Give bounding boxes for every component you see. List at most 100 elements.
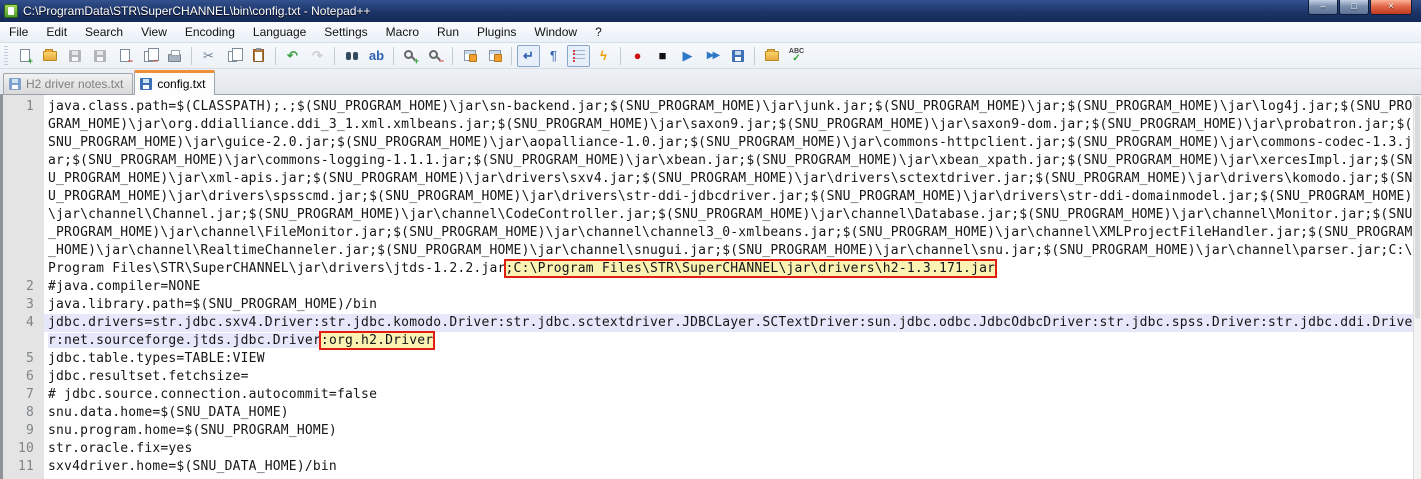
- toolbar-separator: [620, 47, 621, 65]
- toolbar-show-all-characters-button[interactable]: ¶: [542, 45, 565, 67]
- menu-item-plugins[interactable]: Plugins: [468, 23, 525, 41]
- code-segment: Program Files\STR\SuperCHANNEL\jar\drive…: [48, 261, 506, 276]
- toolbar-user-defined-dialog-button[interactable]: ϟ: [592, 45, 615, 67]
- toolbar-save-all-button[interactable]: [88, 45, 111, 67]
- code-text: U_PROGRAM_HOME)\jar\xml-apis.jar;$(SNU_P…: [44, 170, 1413, 188]
- toolbar-cut-button[interactable]: ✂: [197, 45, 220, 67]
- toolbar-show-indent-guide-button[interactable]: [567, 45, 590, 67]
- menu-item-macro[interactable]: Macro: [377, 23, 428, 41]
- toolbar-macro-run-multiple-button[interactable]: ▶▶: [701, 45, 724, 67]
- editor-row: 6jdbc.resultset.fetchsize=: [3, 368, 1421, 386]
- toolbar-redo-button[interactable]: ↷: [306, 45, 329, 67]
- vertical-scrollbar[interactable]: [1413, 95, 1421, 479]
- editor-row: _PROGRAM_HOME)\jar\channel\FileMonitor.j…: [3, 224, 1421, 242]
- toolbar-zoom-out-button[interactable]: −: [424, 45, 447, 67]
- title-bar: C:\ProgramData\STR\SuperCHANNEL\bin\conf…: [0, 0, 1421, 22]
- code-segment: \jar\channel\Channel.jar;$(SNU_PROGRAM_H…: [48, 207, 1413, 222]
- line-number: [3, 170, 44, 188]
- cut-icon: ✂: [203, 49, 214, 62]
- menu-item-run[interactable]: Run: [428, 23, 468, 41]
- toolbar-spell-check-button[interactable]: ABC✓: [785, 45, 808, 67]
- window-controls: –□×: [1307, 0, 1412, 15]
- toolbar-close-file-button[interactable]: −: [113, 45, 136, 67]
- code-text: GRAM_HOME)\jar\org.ddialliance.ddi_3_1.x…: [44, 116, 1413, 134]
- editor-row: 9snu.program.home=$(SNU_PROGRAM_HOME): [3, 422, 1421, 440]
- toolbar-zoom-in-button[interactable]: +: [399, 45, 422, 67]
- code-segment: r:net.sourceforge.jtds.jdbc.Driver: [48, 333, 321, 348]
- toolbar-macro-record-button[interactable]: ●: [626, 45, 649, 67]
- menu-item-view[interactable]: View: [132, 23, 176, 41]
- minimize-button[interactable]: –: [1308, 0, 1338, 15]
- code-text: snu.data.home=$(SNU_DATA_HOME): [44, 404, 289, 422]
- copy-icon: [228, 51, 237, 62]
- toolbar-open-containing-folder-button[interactable]: [760, 45, 783, 67]
- code-text: str.oracle.fix=yes: [44, 440, 192, 458]
- replace-icon: ab: [369, 49, 384, 62]
- menu-item-encoding[interactable]: Encoding: [176, 23, 244, 41]
- annotation-highlight: :org.h2.Driver: [321, 333, 433, 348]
- toolbar-find-button[interactable]: [340, 45, 363, 67]
- editor-row: 3java.library.path=$(SNU_PROGRAM_HOME)/b…: [3, 296, 1421, 314]
- menu-item-search[interactable]: Search: [76, 23, 132, 41]
- toolbar-print-button[interactable]: [163, 45, 186, 67]
- editor-row: SNU_PROGRAM_HOME)\jar\guice-2.0.jar;$(SN…: [3, 134, 1421, 152]
- line-number: 11: [3, 458, 44, 476]
- toolbar-gripper: [4, 46, 8, 66]
- text-editor[interactable]: 1java.class.path=$(CLASSPATH);.;$(SNU_PR…: [0, 95, 1421, 479]
- toolbar-word-wrap-button[interactable]: ↵: [517, 45, 540, 67]
- toolbar-save-button[interactable]: [63, 45, 86, 67]
- menu-item-file[interactable]: File: [0, 23, 37, 41]
- synchronize-horizontal-scrolling-icon: [489, 50, 501, 61]
- line-number: [3, 188, 44, 206]
- code-text: \jar\channel\Channel.jar;$(SNU_PROGRAM_H…: [44, 206, 1413, 224]
- code-segment: snu.program.home=$(SNU_PROGRAM_HOME): [48, 423, 337, 438]
- menu-item-window[interactable]: Window: [525, 23, 586, 41]
- toolbar-open-file-button[interactable]: [38, 45, 61, 67]
- editor-row: 7# jdbc.source.connection.autocommit=fal…: [3, 386, 1421, 404]
- toolbar-copy-button[interactable]: [222, 45, 245, 67]
- line-number: 10: [3, 440, 44, 458]
- code-segment: GRAM_HOME)\jar\org.ddialliance.ddi_3_1.x…: [48, 117, 1413, 132]
- toolbar-undo-button[interactable]: ↶: [281, 45, 304, 67]
- tab-bar: H2 driver notes.txtconfig.txt: [0, 69, 1421, 95]
- tab-h2-driver-notes-txt[interactable]: H2 driver notes.txt: [3, 73, 133, 94]
- line-number: 3: [3, 296, 44, 314]
- menu-item-settings[interactable]: Settings: [315, 23, 376, 41]
- toolbar-macro-stop-button[interactable]: ■: [651, 45, 674, 67]
- line-number: 4: [3, 314, 44, 332]
- show-all-characters-icon: ¶: [550, 49, 557, 62]
- code-segment: jdbc.table.types=TABLE:VIEW: [48, 351, 265, 366]
- macro-record-icon: ●: [634, 49, 642, 62]
- code-text: java.class.path=$(CLASSPATH);.;$(SNU_PRO…: [44, 98, 1413, 116]
- tab-config-txt[interactable]: config.txt: [134, 70, 215, 95]
- print-icon: [168, 54, 181, 62]
- code-segment: ar;$(SNU_PROGRAM_HOME)\jar\commons-loggi…: [48, 153, 1413, 168]
- toolbar-separator: [334, 47, 335, 65]
- toolbar-synchronize-vertical-scrolling-button[interactable]: [458, 45, 481, 67]
- toolbar-paste-button[interactable]: [247, 45, 270, 67]
- toolbar-replace-button[interactable]: ab: [365, 45, 388, 67]
- menu-item-help[interactable]: ?: [586, 23, 611, 41]
- new-file-badge-icon: +: [28, 57, 33, 66]
- editor-row: r:net.sourceforge.jtds.jdbc.Driver:org.h…: [3, 332, 1421, 350]
- scrollbar-thumb[interactable]: [1415, 96, 1420, 319]
- toolbar-macro-play-button[interactable]: ▶: [676, 45, 699, 67]
- close-button[interactable]: ×: [1370, 0, 1412, 15]
- save-icon: [69, 50, 81, 62]
- menu-item-edit[interactable]: Edit: [37, 23, 76, 41]
- toolbar-macro-save-button[interactable]: [726, 45, 749, 67]
- code-text: jdbc.table.types=TABLE:VIEW: [44, 350, 265, 368]
- line-number: [3, 242, 44, 260]
- toolbar-close-all-button[interactable]: −: [138, 45, 161, 67]
- zoom-in-icon: [404, 50, 413, 59]
- line-number: [3, 332, 44, 350]
- menu-item-language[interactable]: Language: [244, 23, 315, 41]
- toolbar-synchronize-horizontal-scrolling-button[interactable]: [483, 45, 506, 67]
- line-number: [3, 206, 44, 224]
- maximize-button[interactable]: □: [1339, 0, 1369, 15]
- code-segment: #java.compiler=NONE: [48, 279, 201, 294]
- word-wrap-icon: ↵: [523, 49, 534, 62]
- editor-row: 10str.oracle.fix=yes: [3, 440, 1421, 458]
- toolbar-new-file-button[interactable]: +: [13, 45, 36, 67]
- code-text: Program Files\STR\SuperCHANNEL\jar\drive…: [44, 260, 995, 278]
